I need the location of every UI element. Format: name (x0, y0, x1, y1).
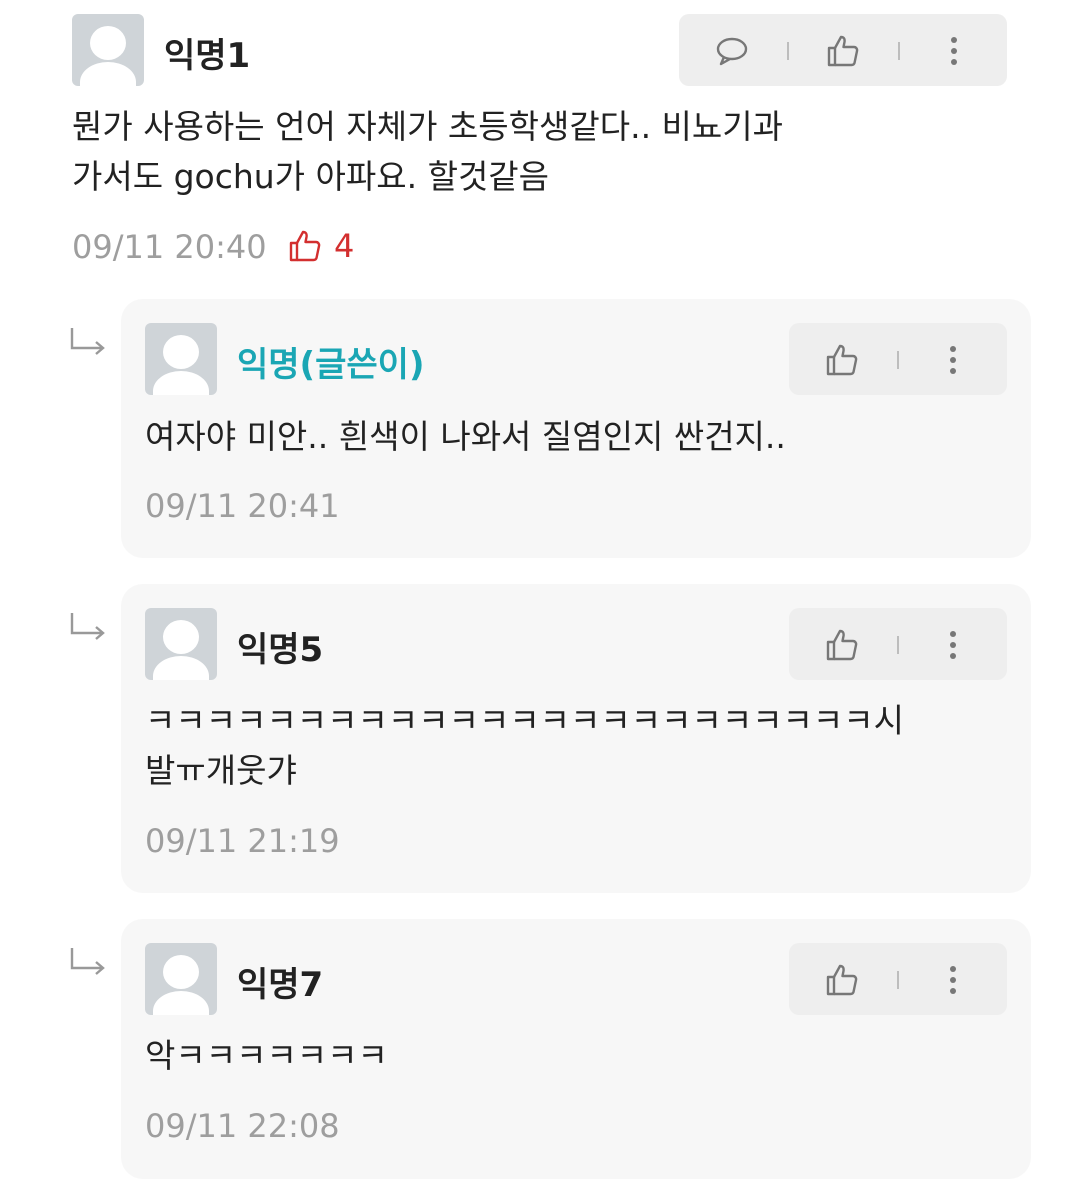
thumbs-up-icon[interactable] (825, 963, 859, 997)
avatar[interactable] (72, 14, 144, 86)
reply-author: 익명7 (237, 965, 324, 1005)
reply-text-line: 악ㅋㅋㅋㅋㅋㅋㅋ (145, 1036, 388, 1075)
comment-thread: 익명1 뭔가 사용하는 언어 자체가 초등학생같다.. 비뇨기과 가서도 goc… (0, 0, 1080, 1191)
thumbs-up-icon (289, 230, 321, 262)
reply-text-line: ㅋㅋㅋㅋㅋㅋㅋㅋㅋㅋㅋㅋㅋㅋㅋㅋㅋㅋㅋㅋㅋㅋㅋㅋ시 (145, 701, 904, 740)
more-vertical-icon[interactable] (936, 963, 970, 997)
reply-card: 익명7 악ㅋㅋㅋㅋㅋㅋㅋ 09/11 22:08 (121, 919, 1031, 1179)
comment-text-line: 가서도 gochu가 아파요. 할것같음 (72, 157, 550, 196)
divider (898, 42, 900, 60)
comment-like-count: 4 (288, 226, 354, 266)
reply-actions (789, 943, 1007, 1015)
reply-card: 익명5 ㅋㅋㅋㅋㅋㅋㅋㅋㅋㅋㅋㅋㅋㅋㅋㅋㅋㅋㅋㅋㅋㅋㅋㅋ시 발ㅠ개웃갸 09/1… (121, 584, 1031, 893)
reply-text: 여자야 미안.. 흰색이 나와서 질염인지 싼건지.. (145, 412, 1015, 462)
more-vertical-icon[interactable] (936, 343, 970, 377)
divider (897, 351, 899, 369)
thumbs-up-icon[interactable] (825, 343, 859, 377)
thumbs-up-icon[interactable] (825, 628, 859, 662)
comment-author: 익명1 (164, 36, 251, 76)
reply-author: 익명(글쓴이) (237, 345, 425, 385)
divider (787, 42, 789, 60)
reply-arrow-icon (70, 328, 105, 355)
reply-text: 악ㅋㅋㅋㅋㅋㅋㅋ (145, 1031, 1015, 1081)
more-vertical-icon[interactable] (936, 628, 970, 662)
avatar[interactable] (145, 608, 217, 680)
reply-arrow-icon (70, 613, 105, 640)
reply-text: ㅋㅋㅋㅋㅋㅋㅋㅋㅋㅋㅋㅋㅋㅋㅋㅋㅋㅋㅋㅋㅋㅋㅋㅋ시 발ㅠ개웃갸 (145, 696, 1025, 796)
avatar[interactable] (145, 943, 217, 1015)
divider (897, 636, 899, 654)
reply-author: 익명5 (237, 630, 324, 670)
comment-text: 뭔가 사용하는 언어 자체가 초등학생같다.. 비뇨기과 가서도 gochu가 … (72, 102, 1022, 202)
thumbs-up-icon[interactable] (826, 34, 860, 68)
reply-card: 익명(글쓴이) 여자야 미안.. 흰색이 나와서 질염인지 싼건지.. 09/1… (121, 299, 1031, 558)
reply-actions (789, 323, 1007, 395)
reply-timestamp: 09/11 21:19 (145, 822, 340, 860)
speech-bubble-icon[interactable] (715, 34, 749, 68)
reply-text-line: 여자야 미안.. 흰색이 나와서 질염인지 싼건지.. (145, 417, 786, 456)
like-count: 4 (334, 227, 355, 265)
reply-timestamp: 09/11 22:08 (145, 1107, 340, 1145)
reply-timestamp: 09/11 20:41 (145, 487, 340, 525)
divider (897, 971, 899, 989)
comment-timestamp: 09/11 20:40 (72, 228, 267, 266)
comment-actions (679, 14, 1007, 86)
comment-text-line: 뭔가 사용하는 언어 자체가 초등학생같다.. 비뇨기과 (72, 107, 783, 146)
reply-text-line: 발ㅠ개웃갸 (145, 751, 297, 790)
more-vertical-icon[interactable] (937, 34, 971, 68)
avatar[interactable] (145, 323, 217, 395)
reply-actions (789, 608, 1007, 680)
reply-arrow-icon (70, 948, 105, 975)
